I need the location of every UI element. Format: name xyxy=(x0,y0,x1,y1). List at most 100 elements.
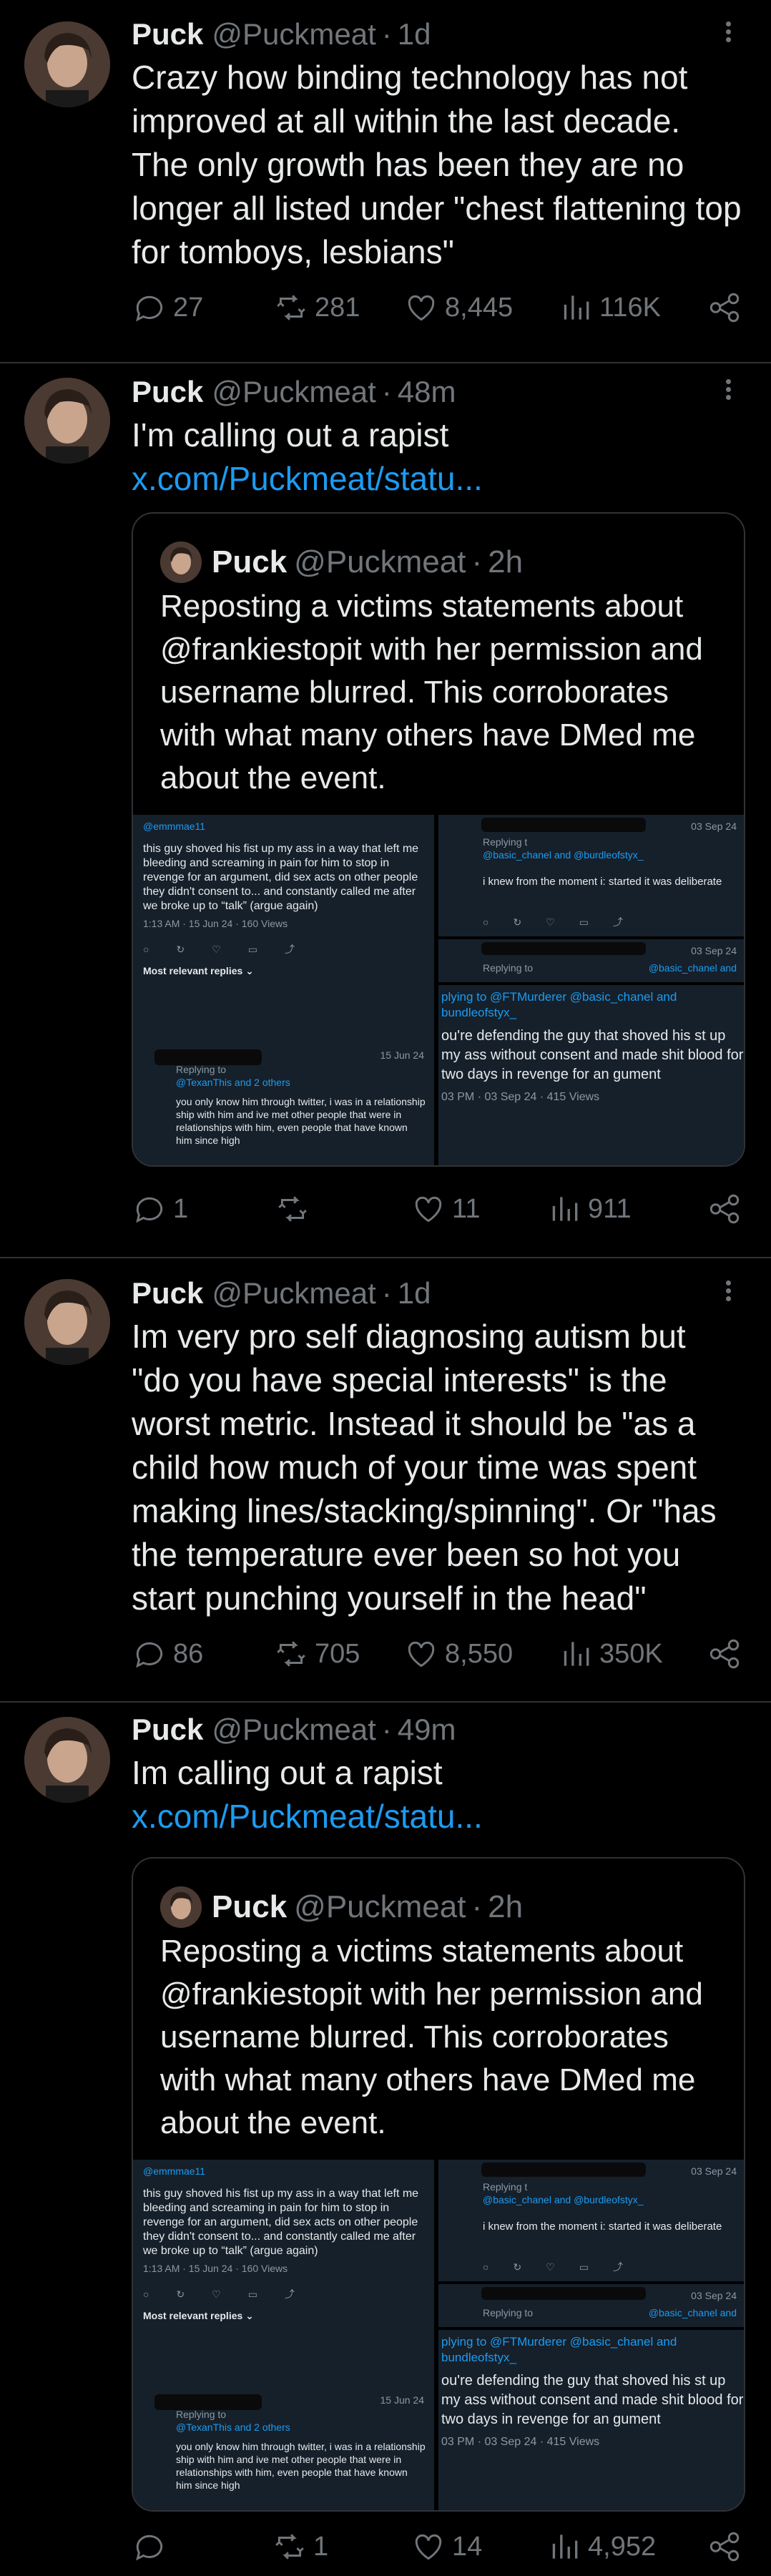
screenshot-image[interactable]: @emmmae11 this guy shoved his fist up my… xyxy=(133,2160,434,2510)
quote-media[interactable]: @emmmae11 this guy shoved his fist up my… xyxy=(133,2160,744,2510)
screenshot-image[interactable]: plying to @FTMurderer @basic_chanel and … xyxy=(438,985,744,1165)
screenshot-replying: Replying to xyxy=(483,962,534,974)
repost-count: 705 xyxy=(315,1638,360,1669)
view-count: 116K xyxy=(599,292,661,323)
screenshot-actions: ○↻♡▭⤴ xyxy=(483,2261,647,2273)
screenshot-date: 15 Jun 24 xyxy=(380,2394,425,2406)
display-name[interactable]: Puck xyxy=(132,17,203,52)
more-options-icon[interactable] xyxy=(714,1278,742,1309)
quote-display-name: Puck xyxy=(212,544,288,579)
share-button[interactable] xyxy=(707,2525,742,2568)
quote-handle: @Puckmeat xyxy=(294,544,466,579)
repost-button[interactable]: 1 xyxy=(272,2525,328,2568)
quote-text: Reposting a victims statements about @fr… xyxy=(160,1934,703,2140)
more-options-icon[interactable] xyxy=(714,376,742,408)
timestamp[interactable]: 48m xyxy=(398,375,456,409)
reply-button[interactable] xyxy=(132,2525,173,2568)
quote-avatar xyxy=(160,542,202,583)
quoted-tweet[interactable]: Puck @Puckmeat · 2h Reposting a victims … xyxy=(132,512,745,1167)
reply-button[interactable]: 86 xyxy=(132,1632,203,1675)
handle[interactable]: @Puckmeat xyxy=(212,17,375,52)
views-button[interactable]: 911 xyxy=(546,1187,632,1230)
share-button[interactable] xyxy=(707,286,742,329)
display-name[interactable]: Puck xyxy=(132,1713,203,1747)
screenshot-username: @emmmae11 xyxy=(143,2165,206,2177)
tweet[interactable]: Puck @Puckmeat · 48m I'm calling out a r… xyxy=(0,365,771,1259)
screenshot-image[interactable]: @emmmae11 this guy shoved his fist up my… xyxy=(133,815,434,1165)
screenshot-replying-users: plying to @FTMurderer @basic_chanel and … xyxy=(441,990,677,1019)
like-button[interactable]: 8,445 xyxy=(403,286,513,329)
screenshot-reply-text: i knew from the moment i: started it was… xyxy=(483,876,722,888)
tweet[interactable]: Puck @Puckmeat · 49m Im calling out a ra… xyxy=(0,1703,771,2576)
quote-media[interactable]: @emmmae11 this guy shoved his fist up my… xyxy=(133,815,744,1165)
repost-button[interactable]: 705 xyxy=(273,1632,360,1675)
tweet[interactable]: Puck @Puckmeat · 1d Crazy how binding te… xyxy=(0,0,771,365)
tweet-text: Im calling out a rapist x.com/Puckmeat/s… xyxy=(132,1751,742,1838)
reply-button[interactable]: 27 xyxy=(132,286,203,329)
screenshot-replying: Replying t xyxy=(483,836,528,848)
timestamp[interactable]: 49m xyxy=(398,1713,456,1747)
screenshot-text: this guy shoved his fist up my ass in a … xyxy=(143,843,419,912)
separator-dot: · xyxy=(381,17,392,51)
avatar-image xyxy=(24,1717,110,1803)
more-options-icon[interactable] xyxy=(714,19,742,50)
reply-icon xyxy=(136,295,163,322)
handle[interactable]: @Puckmeat xyxy=(212,1276,375,1311)
avatar[interactable] xyxy=(24,1717,110,1803)
screenshot-date: 15 Jun 24 xyxy=(380,1049,425,1061)
views-button[interactable]: 350K xyxy=(558,1632,663,1675)
tweet-link[interactable]: x.com/Puckmeat/statu... xyxy=(132,1798,483,1835)
share-button[interactable] xyxy=(707,1187,742,1230)
timestamp[interactable]: 1d xyxy=(398,17,431,52)
screenshot-relevant-replies: Most relevant replies ⌄ xyxy=(143,965,254,976)
repost-icon xyxy=(275,2534,304,2560)
display-name[interactable]: Puck xyxy=(132,1276,203,1311)
screenshot-reply-text: you only know him through twitter, i was… xyxy=(176,2441,426,2491)
like-button[interactable]: 11 xyxy=(411,1187,480,1230)
screenshot-image[interactable]: 03 Sep 24 Replying t @basic_chanel and @… xyxy=(438,815,744,936)
screenshot-replying-users: @basic_chanel and xyxy=(648,2307,737,2318)
separator-dot: · xyxy=(381,1713,392,1746)
avatar[interactable] xyxy=(24,21,110,107)
views-button[interactable]: 116K xyxy=(558,286,661,329)
tweet[interactable]: Puck @Puckmeat · 1d Im very pro self dia… xyxy=(0,1259,771,1703)
screenshot-replying: Replying to xyxy=(176,2409,227,2420)
reply-count: 27 xyxy=(173,292,204,323)
screenshot-image[interactable]: plying to @FTMurderer @basic_chanel and … xyxy=(438,2330,744,2510)
screenshot-meta: 1:13 AM · 15 Jun 24 · 160 Views xyxy=(143,918,288,929)
screenshot-actions: ○↻♡▭⤴ xyxy=(143,2288,322,2300)
reply-icon xyxy=(136,2535,163,2561)
views-icon xyxy=(564,295,589,320)
views-button[interactable]: 4,952 xyxy=(546,2525,656,2568)
timestamp[interactable]: 1d xyxy=(398,1276,431,1311)
heart-icon xyxy=(408,1641,435,1667)
screenshot-replying: Replying to xyxy=(176,1064,227,1075)
tweet-actions: 1 11 911 xyxy=(132,1187,742,1230)
screenshot-username: @emmmae11 xyxy=(143,821,206,832)
display-name[interactable]: Puck xyxy=(132,375,203,409)
like-count: 11 xyxy=(452,1193,481,1224)
like-button[interactable]: 8,550 xyxy=(403,1632,513,1675)
screenshot-image[interactable]: 03 Sep 24 Replying t @basic_chanel and @… xyxy=(438,2160,744,2281)
heart-icon xyxy=(415,1196,442,1223)
repost-button[interactable] xyxy=(275,1187,316,1230)
screenshot-replying-users: @TexanThis and 2 others xyxy=(176,2421,290,2433)
share-button[interactable] xyxy=(707,1632,742,1675)
quoted-tweet[interactable]: Puck @Puckmeat · 2h Reposting a victims … xyxy=(132,1857,745,2512)
avatar[interactable] xyxy=(24,1279,110,1365)
tweet-actions: 86 705 8,550 350K xyxy=(132,1632,742,1675)
avatar-image xyxy=(24,378,110,464)
share-icon xyxy=(709,1194,740,1224)
reply-button[interactable]: 1 xyxy=(132,1187,188,1230)
screenshot-reply-text: i knew from the moment i: started it was… xyxy=(483,2220,722,2233)
screenshot-replying: Replying t xyxy=(483,2181,528,2193)
repost-icon xyxy=(278,1196,307,1222)
screenshot-image[interactable]: 03 Sep 24 Replying to @basic_chanel and xyxy=(438,2284,744,2327)
like-button[interactable]: 14 xyxy=(411,2525,482,2568)
screenshot-image[interactable]: 03 Sep 24 Replying to @basic_chanel and xyxy=(438,939,744,982)
handle[interactable]: @Puckmeat xyxy=(212,375,375,409)
tweet-link[interactable]: x.com/Puckmeat/statu... xyxy=(132,460,483,497)
avatar[interactable] xyxy=(24,378,110,464)
handle[interactable]: @Puckmeat xyxy=(212,1713,375,1747)
repost-button[interactable]: 281 xyxy=(273,286,360,329)
